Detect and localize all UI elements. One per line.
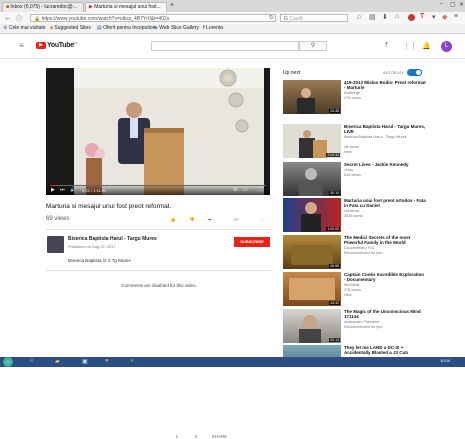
maximize-icon[interactable]: ▢ [450,1,456,8]
divider [46,270,272,271]
publish-date: Published on Aug 22, 2017 [68,244,116,249]
play-icon[interactable]: ▶ [51,187,55,193]
list-item[interactable]: 1:00:00 Marturia unui fost preot ortodox… [283,198,426,232]
clock: 10:04 [440,358,451,363]
menu-icon[interactable]: ≡ [454,13,458,20]
hamburger-menu-icon[interactable]: ≡ [19,41,24,50]
web-slice-icon: ◈ [154,25,158,31]
time-display: 0:23 / 1:11:52 [82,188,107,193]
video-thumbnail: 52:13 [283,309,341,343]
next-icon[interactable]: ⏭ [60,187,65,193]
upload-icon[interactable]: ⤒ [385,42,388,50]
ie-icon[interactable]: e [30,358,33,364]
youtube-logo-text: YouTube [47,42,74,49]
tab-youtube[interactable]: ▶ Marturia si mesajul unui fost... [85,2,167,12]
list-item[interactable]: 50:10 Secret Lives - Jackie Kennedy Jola… [283,162,425,196]
search-engine-icon: G [284,16,288,22]
video-player[interactable] [46,68,270,195]
back-icon[interactable]: ← [4,13,12,22]
mail-icon: ■ [6,4,10,10]
volume-icon[interactable]: 🔊 [70,187,76,193]
tab-inbox[interactable]: ■ Inbox (6,075) - lucraredoc@... [2,2,84,12]
video-title: Marturia si mesajul unui fost preot refo… [46,203,172,210]
autoplay-toggle-knob [415,69,422,76]
list-item[interactable]: 52:13 The Magic of the Unconscious Mind … [283,309,425,343]
home-icon[interactable]: ⌂ [395,13,399,20]
translate-icon[interactable]: T [420,13,424,20]
info-icon[interactable]: ⓘ [16,14,22,23]
browser-search-field[interactable]: G Cautã [280,14,348,22]
page-icon: ▤ [97,25,102,31]
reload-icon[interactable]: ↻ [269,14,274,21]
comments-disabled-notice: Comments are disabled for this video. [121,283,197,288]
folder-icon[interactable]: ▰ [55,358,60,365]
more-actions-icon[interactable]: ··· [261,217,266,222]
youtube-tab-icon: ▶ [89,4,93,10]
dislike-button[interactable]: 👎 0 [189,217,197,439]
new-tab-button[interactable]: + [170,2,174,9]
progress-bar[interactable] [50,185,266,186]
download-icon[interactable]: ⬇ [382,13,388,21]
reader-icon[interactable]: ▤ [369,13,376,21]
start-button[interactable] [3,357,13,367]
bookmark-web-slice[interactable]: ◈ Web Slice Gallery [154,25,199,31]
bookmark-oferit[interactable]: ▤ Oferit pentru Inceputiori [97,25,155,31]
video-thumbnail: 24:48 [283,80,341,114]
video-thumbnail: 1:00:00 [283,198,341,232]
pocket-icon[interactable]: ◆ [442,13,447,21]
play-triangle-icon: ▶ [39,42,43,48]
video-thumbnail [283,345,341,357]
video-thumbnail: 43:32 [283,272,341,306]
close-icon[interactable]: ✕ [459,1,464,8]
minimize-icon[interactable]: – [440,1,443,7]
subscribe-button[interactable]: SUBSCRIBE [234,237,270,247]
youtube-search-input[interactable] [151,41,299,51]
list-item[interactable]: 2:04:34 Biserica Baptista Harul - Targu … [283,124,425,158]
fullscreen-icon[interactable]: ⛶ [259,187,263,193]
gear-icon: ⚙ [3,25,8,31]
list-item[interactable]: They let me LAND a DC-3! + Accidentally … [283,345,425,357]
list-item[interactable]: 43:32 Captain Cooks Incredible Explorati… [283,272,425,306]
avatar[interactable]: L [441,41,452,52]
bookmark-most-visited[interactable]: ⚙ Cele mai vizitate [3,25,46,31]
video-thumbnail: 50:10 [283,162,341,196]
view-count: 69 views [46,216,70,222]
share-button[interactable]: ➦ SHARE [208,217,227,439]
notifications-bell-icon[interactable]: 🔔 [422,42,431,50]
save-icon[interactable]: ▣ [82,358,88,365]
divider [46,229,272,230]
youtube-search-button[interactable]: ⚲ [299,41,327,51]
theater-mode-icon[interactable]: ▭ [243,187,248,193]
url-bar[interactable]: 🔒 https://www.youtube.com/watch?v=ulkss_… [30,14,276,22]
addon-icon[interactable] [408,14,415,21]
app-icon[interactable]: ● [130,358,134,364]
bookmark-suggested-sites[interactable]: ■ Suggested Sites [50,25,91,31]
list-item[interactable]: 46:58 The Medici Secrets of the most Pow… [283,235,425,269]
settings-icon[interactable]: ⚙ [233,187,237,193]
channel-avatar[interactable] [47,236,64,253]
firefox-icon[interactable]: ● [105,358,109,364]
apps-grid-icon[interactable]: ⋮⋮ [403,42,417,50]
like-button[interactable]: 👍 1 [170,217,178,439]
lock-icon: 🔒 [34,16,41,22]
video-frame [46,68,270,195]
video-thumbnail: 2:04:34 [283,124,341,158]
search-icon: ⚲ [310,43,316,49]
youtube-region: RO [73,41,78,45]
channel-name[interactable]: Biserica Baptista Harul - Targu Mures [68,236,157,242]
bookmark-star-icon[interactable]: ☆ [356,13,362,21]
progress-bar-fill [50,185,57,186]
autoplay-label: AUTOPLAY [383,70,404,75]
add-to-playlist-icon[interactable]: ≡+ [234,217,239,222]
suggested-sites-icon: ■ [50,25,54,31]
windows-taskbar [0,357,465,367]
up-next-heading: Up next [283,70,301,76]
video-thumbnail: 46:58 [283,235,341,269]
video-description: Biserica Baptista nr 2 Tg Mures [68,258,131,263]
facebook-icon: f [203,25,205,31]
list-item[interactable]: 24:48 419-2013 Mislos Bodis- Preot refor… [283,80,426,114]
extension-icon[interactable]: ▾ [432,13,436,21]
bookmark-lorenta[interactable]: f Lorenta [203,25,223,31]
